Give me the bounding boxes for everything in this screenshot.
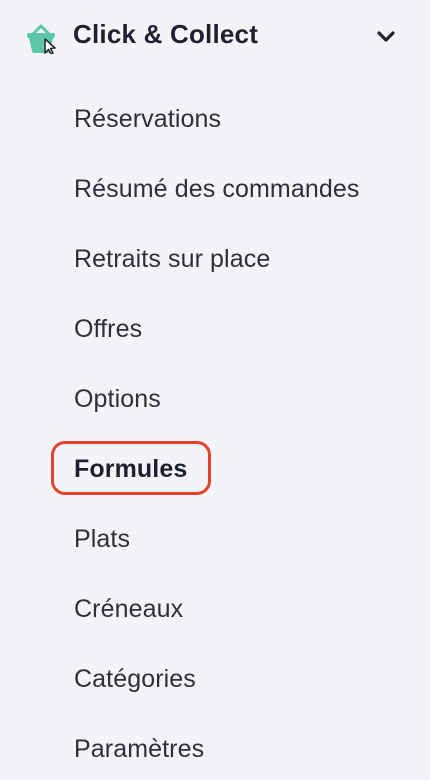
menu-item-label: Retraits sur place (74, 245, 271, 273)
chevron-down-icon[interactable] (374, 25, 398, 49)
menu-item-resume-commandes[interactable]: Résumé des commandes (0, 155, 430, 225)
menu-item-label: Résumé des commandes (74, 175, 360, 203)
menu-item-parametres[interactable]: Paramètres (0, 715, 430, 780)
menu-item-creneaux[interactable]: Créneaux (0, 575, 430, 645)
menu-item-label: Créneaux (74, 595, 184, 623)
section-title: Click & Collect (73, 19, 259, 49)
shopping-basket-icon (24, 22, 58, 55)
menu-item-label: Paramètres (74, 735, 205, 763)
menu-item-plats[interactable]: Plats (0, 505, 430, 575)
click-and-collect-section-header[interactable]: Click & Collect (0, 0, 430, 74)
menu-item-formules[interactable]: Formules (0, 435, 430, 505)
menu-item-reservations[interactable]: Réservations (0, 85, 430, 155)
menu-item-label: Options (74, 385, 161, 413)
menu-item-label: Catégories (74, 665, 196, 693)
menu-item-label: Formules (74, 455, 188, 483)
menu-item-label: Réservations (74, 105, 222, 133)
menu-item-offres[interactable]: Offres (0, 295, 430, 365)
menu-item-categories[interactable]: Catégories (0, 645, 430, 715)
click-and-collect-menu: Réservations Résumé des commandes Retrai… (0, 85, 430, 780)
menu-item-retraits-sur-place[interactable]: Retraits sur place (0, 225, 430, 295)
sidebar: Click & Collect Réservations Résumé des … (0, 0, 430, 780)
menu-item-label: Offres (74, 315, 143, 343)
menu-item-options[interactable]: Options (0, 365, 430, 435)
menu-item-label: Plats (74, 525, 131, 553)
